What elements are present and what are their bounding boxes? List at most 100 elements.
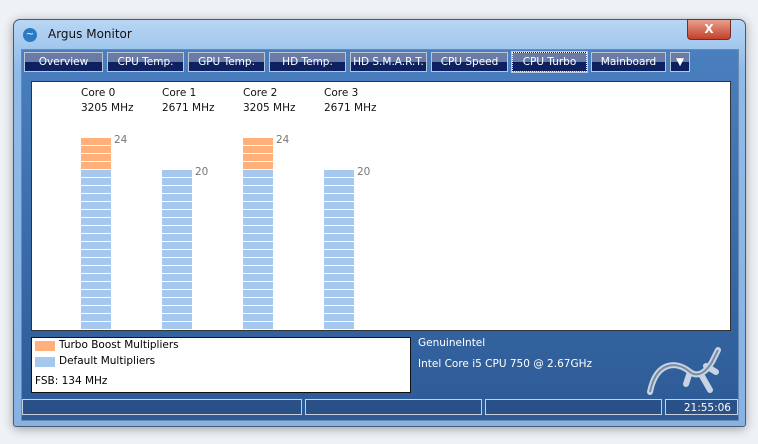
turbo-multiplier-segment xyxy=(243,146,273,153)
tab-mainboard[interactable]: Mainboard xyxy=(591,52,666,72)
legend-box: Turbo Boost Multipliers Default Multipli… xyxy=(31,337,411,393)
default-multiplier-segment xyxy=(81,194,111,201)
core-label: Core 1 2671 MHz xyxy=(162,86,215,116)
core-name: Core 0 xyxy=(81,87,116,99)
tab-bar: Overview CPU Temp. GPU Temp. HD Temp. HD S.M… xyxy=(24,51,690,73)
default-multiplier-segment xyxy=(243,282,273,289)
default-multiplier-segment xyxy=(243,266,273,273)
app-icon: ~ xyxy=(23,28,37,42)
default-multiplier-segment xyxy=(324,322,354,329)
close-button[interactable]: X xyxy=(687,19,731,40)
default-multiplier-segment xyxy=(324,306,354,313)
default-multiplier-segment xyxy=(243,170,273,177)
turbo-multiplier-segment xyxy=(81,162,111,169)
default-multiplier-segment xyxy=(324,218,354,225)
default-multiplier-segment xyxy=(243,178,273,185)
legend-default: Default Multipliers xyxy=(59,355,156,367)
default-multiplier-segment xyxy=(81,322,111,329)
default-multiplier-segment xyxy=(162,202,192,209)
core-label: Core 2 3205 MHz xyxy=(243,86,296,116)
default-multiplier-segment xyxy=(81,242,111,249)
default-multiplier-segment xyxy=(243,258,273,265)
status-pane-2 xyxy=(305,399,482,415)
core-frequency: 2671 MHz xyxy=(162,102,215,114)
default-multiplier-segment xyxy=(324,242,354,249)
default-multiplier-segment xyxy=(243,186,273,193)
default-multiplier-segment xyxy=(81,258,111,265)
default-multiplier-segment xyxy=(81,186,111,193)
default-multiplier-segment xyxy=(162,274,192,281)
default-multiplier-segment xyxy=(324,266,354,273)
default-multiplier-segment xyxy=(81,170,111,177)
default-multiplier-segment xyxy=(81,282,111,289)
default-multiplier-segment xyxy=(81,298,111,305)
default-multiplier-segment xyxy=(324,178,354,185)
default-multiplier-segment xyxy=(81,234,111,241)
tab-hd-temp[interactable]: HD Temp. xyxy=(269,52,346,72)
turbo-multiplier-segment xyxy=(243,138,273,145)
tab-overview[interactable]: Overview xyxy=(24,52,103,72)
turbo-multiplier-segment xyxy=(243,162,273,169)
cpu-turbo-panel: Core 0 3205 MHz 24 Core 1 2671 MHz 20 Core 2 32… xyxy=(31,81,731,331)
default-multiplier-segment xyxy=(243,242,273,249)
default-multiplier-segment xyxy=(324,194,354,201)
default-multiplier-segment xyxy=(162,266,192,273)
default-multiplier-segment xyxy=(81,290,111,297)
default-multiplier-segment xyxy=(243,290,273,297)
turbo-swatch xyxy=(35,341,55,351)
tab-gpu-temp[interactable]: GPU Temp. xyxy=(188,52,265,72)
default-multiplier-segment xyxy=(162,234,192,241)
status-pane-1 xyxy=(22,399,302,415)
default-multiplier-segment xyxy=(81,266,111,273)
window-title: Argus Monitor xyxy=(48,27,132,41)
default-multiplier-segment xyxy=(243,306,273,313)
default-multiplier-segment xyxy=(162,298,192,305)
tab-overflow-dropdown[interactable]: ▼ xyxy=(670,52,690,72)
default-multiplier-segment xyxy=(162,170,192,177)
status-time: 21:55:06 xyxy=(665,399,738,415)
tab-cpu-turbo[interactable]: CPU Turbo xyxy=(511,51,588,73)
default-multiplier-segment xyxy=(81,314,111,321)
default-multiplier-segment xyxy=(162,250,192,257)
default-multiplier-segment xyxy=(243,210,273,217)
argus-monitor-window: ~ Argus Monitor X Overview CPU Temp. GPU T… xyxy=(13,19,746,427)
default-multiplier-segment xyxy=(81,202,111,209)
default-multiplier-segment xyxy=(324,250,354,257)
default-multiplier-segment xyxy=(162,218,192,225)
default-multiplier-segment xyxy=(162,178,192,185)
default-multiplier-segment xyxy=(324,170,354,177)
default-multiplier-segment xyxy=(243,298,273,305)
default-multiplier-segment xyxy=(162,210,192,217)
turbo-multiplier-segment xyxy=(81,146,111,153)
default-multiplier-segment xyxy=(324,186,354,193)
tab-hd-s-m-a-r-t[interactable]: HD S.M.A.R.T. xyxy=(350,52,427,72)
core-frequency: 3205 MHz xyxy=(81,102,134,114)
default-multiplier-segment xyxy=(81,250,111,257)
default-multiplier-segment xyxy=(243,314,273,321)
default-multiplier-segment xyxy=(162,186,192,193)
default-multiplier-segment xyxy=(243,226,273,233)
default-multiplier-segment xyxy=(162,306,192,313)
default-swatch xyxy=(35,357,55,367)
tab-cpu-speed[interactable]: CPU Speed xyxy=(431,52,508,72)
cpu-vendor: GenuineIntel xyxy=(418,337,486,349)
fsb-label: FSB: 134 MHz xyxy=(35,375,108,387)
tab-cpu-temp[interactable]: CPU Temp. xyxy=(107,52,184,72)
default-multiplier-segment xyxy=(324,234,354,241)
turbo-multiplier-segment xyxy=(81,138,111,145)
default-multiplier-segment xyxy=(162,314,192,321)
default-multiplier-segment xyxy=(162,322,192,329)
cpu-model: Intel Core i5 CPU 750 @ 2.67GHz xyxy=(418,358,592,370)
default-multiplier-segment xyxy=(243,202,273,209)
turbo-multiplier-segment xyxy=(81,154,111,161)
core-frequency: 2671 MHz xyxy=(324,102,377,114)
multiplier-value: 20 xyxy=(195,166,209,178)
default-multiplier-segment xyxy=(81,226,111,233)
default-multiplier-segment xyxy=(162,290,192,297)
default-multiplier-segment xyxy=(324,202,354,209)
legend-turbo: Turbo Boost Multipliers xyxy=(59,339,179,351)
default-multiplier-segment xyxy=(81,218,111,225)
default-multiplier-segment xyxy=(162,226,192,233)
default-multiplier-segment xyxy=(162,282,192,289)
status-bar: 21:55:06 xyxy=(22,399,738,419)
